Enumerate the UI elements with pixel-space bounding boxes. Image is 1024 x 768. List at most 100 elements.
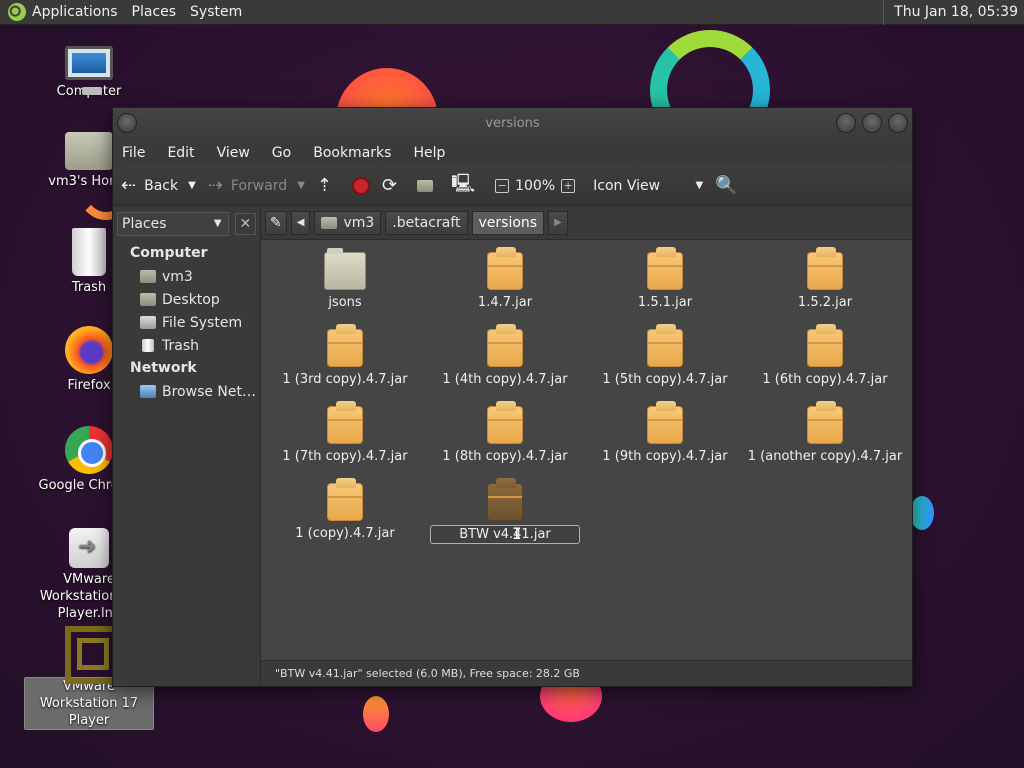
distro-logo-icon[interactable] xyxy=(8,3,26,21)
breadcrumb-vm3[interactable]: vm3 xyxy=(314,210,382,235)
panel-menu-system[interactable]: System xyxy=(190,4,242,20)
file-item[interactable]: 1 (9th copy).4.7.jar xyxy=(585,401,745,465)
back-label: Back xyxy=(144,177,179,194)
folder-icon xyxy=(324,248,366,290)
status-bar: "BTW v4.41.jar" selected (6.0 MB), Free … xyxy=(261,660,912,686)
file-name: 1.4.7.jar xyxy=(477,295,533,310)
file-item[interactable]: 1 (7th copy).4.7.jar xyxy=(265,401,425,465)
desktop-folder-icon xyxy=(140,293,156,306)
jar-package-icon xyxy=(487,401,523,444)
file-name: BTW v4.41.jar xyxy=(430,525,580,544)
file-name: 1 (3rd copy).4.7.jar xyxy=(282,372,408,387)
panel-menu-places[interactable]: Places xyxy=(132,4,177,20)
vmware-icon xyxy=(65,626,113,674)
minimize-button[interactable] xyxy=(836,113,856,133)
file-manager-window: versions File Edit View Go Bookmarks Hel… xyxy=(112,107,913,687)
breadcrumb-label: versions xyxy=(478,214,538,231)
chevron-down-icon[interactable]: ▼ xyxy=(297,180,305,191)
file-name: 1 (6th copy).4.7.jar xyxy=(762,372,888,387)
wallpaper-shape xyxy=(363,696,389,732)
home-folder-icon xyxy=(140,270,156,283)
breadcrumb-betacraft[interactable]: .betacraft xyxy=(385,210,468,235)
window-titlebar[interactable]: versions xyxy=(113,108,912,139)
jar-package-icon xyxy=(327,324,363,367)
file-name: 1.5.2.jar xyxy=(797,295,853,310)
panel-clock[interactable]: Thu Jan 18, 05:39 xyxy=(883,0,1024,25)
zoom-out-button[interactable]: − 100% xyxy=(495,178,555,194)
sidebar-item-trash[interactable]: Trash xyxy=(117,334,256,357)
chevron-down-icon[interactable]: ▼ xyxy=(188,180,196,191)
file-item[interactable]: 1 (6th copy).4.7.jar xyxy=(745,324,905,388)
sidebar-item-label: Browse Net… xyxy=(162,383,257,400)
menu-go[interactable]: Go xyxy=(272,145,291,161)
file-item[interactable]: 1 (8th copy).4.7.jar xyxy=(425,401,585,465)
jar-package-icon xyxy=(327,401,363,444)
text-cursor-icon: I xyxy=(512,524,522,543)
edit-location-button[interactable]: ✎ xyxy=(265,210,287,235)
menu-bookmarks[interactable]: Bookmarks xyxy=(313,145,391,161)
breadcrumb-label: vm3 xyxy=(343,214,375,231)
sidebar-item-label: Desktop xyxy=(162,291,220,308)
sidebar-item-filesystem[interactable]: File System xyxy=(117,311,256,334)
drive-icon xyxy=(140,316,156,329)
file-item-selected[interactable]: BTW v4.41.jar xyxy=(425,478,585,544)
jar-package-icon xyxy=(807,401,843,444)
computer-button[interactable]: 🖳 xyxy=(451,171,483,201)
file-item[interactable]: 1 (3rd copy).4.7.jar xyxy=(265,324,425,388)
menu-file[interactable]: File xyxy=(122,145,145,161)
file-name: 1.5.1.jar xyxy=(637,295,693,310)
file-item[interactable]: 1 (copy).4.7.jar xyxy=(265,478,425,542)
file-item[interactable]: 1 (5th copy).4.7.jar xyxy=(585,324,745,388)
close-sidebar-icon[interactable]: ✕ xyxy=(234,213,256,235)
breadcrumb-label: .betacraft xyxy=(392,214,461,231)
zoom-in-button[interactable]: + xyxy=(561,178,581,193)
sidebar-item-vm3[interactable]: vm3 xyxy=(117,265,256,288)
file-item[interactable]: 1.5.2.jar xyxy=(745,247,905,311)
sidebar-selector[interactable]: Places ▼ xyxy=(117,212,229,236)
sidebar-item-desktop[interactable]: Desktop xyxy=(117,288,256,311)
file-item[interactable]: 1.5.1.jar xyxy=(585,247,745,311)
maximize-button[interactable] xyxy=(862,113,882,133)
stop-icon xyxy=(352,176,370,195)
firefox-icon xyxy=(65,326,113,374)
close-button[interactable] xyxy=(888,113,908,133)
trash-icon xyxy=(142,339,154,352)
home-button[interactable] xyxy=(417,179,439,192)
view-mode-select[interactable]: Icon View ▼ xyxy=(593,178,703,194)
home-icon xyxy=(321,216,338,229)
sidebar: Places ▼ ✕ Computer vm3 Desktop File Sys… xyxy=(113,206,261,686)
top-panel: Applications Places System Thu Jan 18, 0… xyxy=(0,0,1024,25)
zoom-level: 100% xyxy=(515,177,556,194)
file-view: ✎ ◀ vm3 .betacraft versions ▶ jsons 1.4.… xyxy=(261,206,912,686)
up-button[interactable]: ⇡ xyxy=(317,175,340,196)
file-name: 1 (copy).4.7.jar xyxy=(295,526,395,541)
window-title: versions xyxy=(485,116,540,131)
file-item[interactable]: 1 (another copy).4.7.jar xyxy=(745,401,905,465)
menu-view[interactable]: View xyxy=(217,145,250,161)
sidebar-item-label: vm3 xyxy=(162,268,193,285)
path-back-button[interactable]: ◀ xyxy=(290,210,311,235)
search-button[interactable]: 🔍 xyxy=(715,175,745,196)
sidebar-item-label: File System xyxy=(162,314,243,331)
stop-button[interactable] xyxy=(352,176,370,195)
breadcrumb: ✎ ◀ vm3 .betacraft versions ▶ xyxy=(261,206,912,240)
reload-button[interactable]: ⟳ xyxy=(382,175,405,196)
sidebar-item-browse-network[interactable]: Browse Net… xyxy=(117,380,256,403)
menu-edit[interactable]: Edit xyxy=(167,145,194,161)
sidebar-selector-label: Places xyxy=(122,216,167,232)
jar-package-icon xyxy=(807,324,843,367)
panel-menu-applications[interactable]: Applications xyxy=(32,4,118,20)
file-item[interactable]: 1 (4th copy).4.7.jar xyxy=(425,324,585,388)
breadcrumb-versions[interactable]: versions xyxy=(471,210,545,235)
window-menu-icon[interactable] xyxy=(117,113,137,133)
jar-package-icon xyxy=(807,247,843,290)
back-button[interactable]: ⇠ Back ▼ xyxy=(121,175,196,196)
forward-button[interactable]: ⇢ Forward ▼ xyxy=(208,175,305,196)
file-item[interactable]: jsons xyxy=(265,248,425,311)
desktop-icon-computer[interactable]: Computer xyxy=(24,46,154,100)
zoom-in-icon: + xyxy=(561,178,576,193)
menu-help[interactable]: Help xyxy=(413,145,445,161)
path-forward-button[interactable]: ▶ xyxy=(548,210,568,235)
vmware-shortcut-icon xyxy=(69,528,109,568)
file-item[interactable]: 1.4.7.jar xyxy=(425,247,585,311)
